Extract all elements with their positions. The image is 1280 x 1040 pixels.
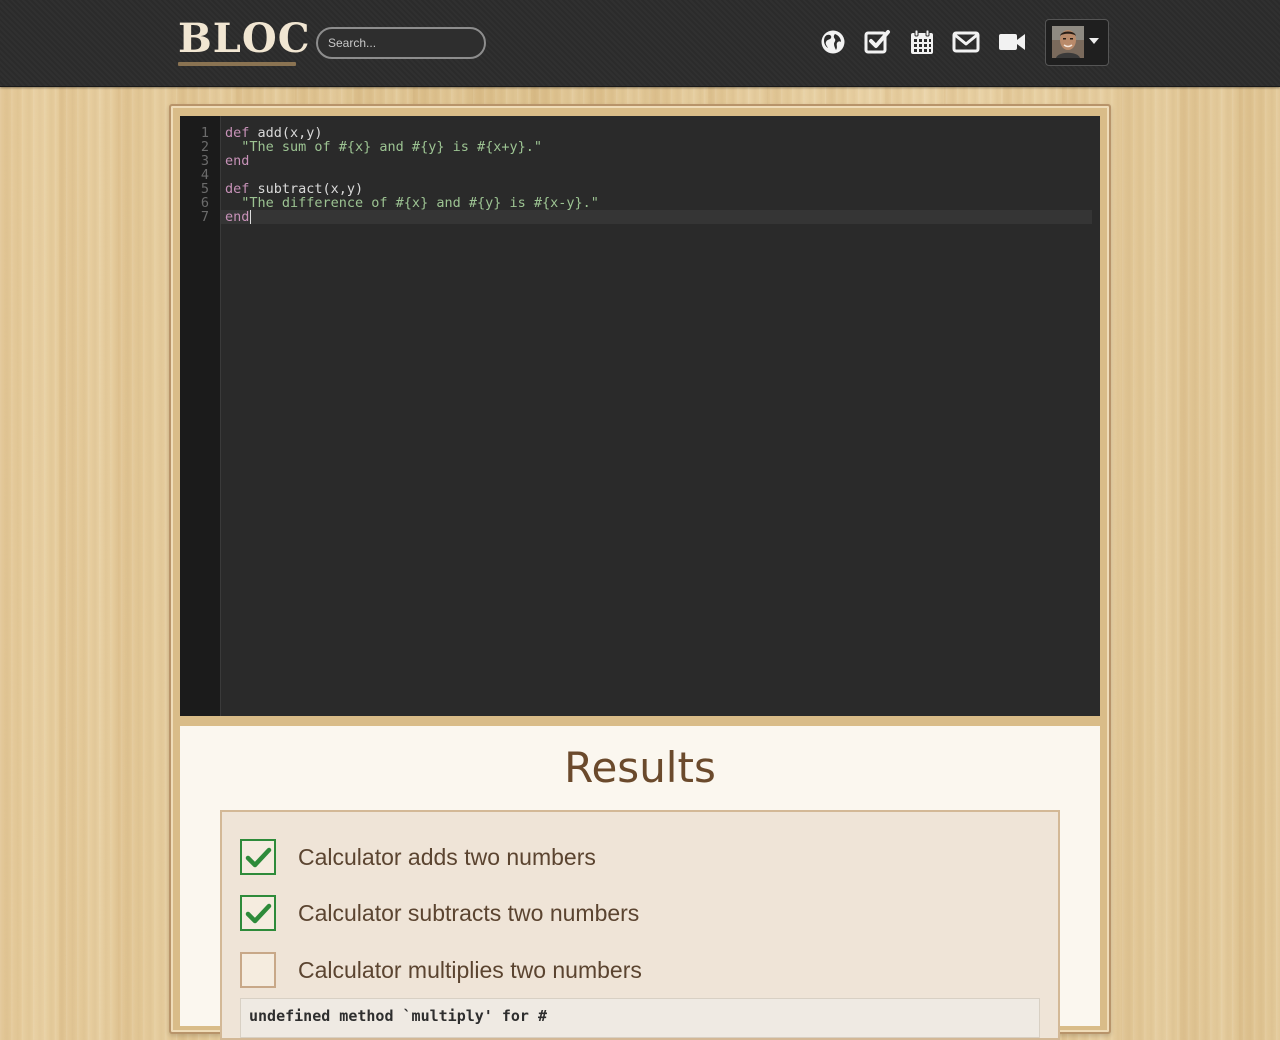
bloc-logo[interactable]: BLOC xyxy=(178,16,310,66)
line-number: 3 xyxy=(200,153,209,169)
top-navigation-bar: BLOC xyxy=(0,0,1280,87)
code-line: end xyxy=(225,154,249,168)
line-number: 1 xyxy=(200,125,209,141)
results-title: Results xyxy=(564,743,716,792)
code-string: "The sum of #{x} and #{y} is #{x+y}." xyxy=(225,139,542,155)
active-line-highlight xyxy=(221,210,1092,224)
line-number: 7 xyxy=(200,209,209,225)
test-label: Calculator adds two numbers xyxy=(298,844,596,870)
logo-underline xyxy=(178,62,296,66)
calendar-icon[interactable] xyxy=(908,28,936,56)
user-menu-button[interactable] xyxy=(1045,19,1109,66)
mail-icon[interactable] xyxy=(952,28,980,56)
line-number: 6 xyxy=(200,195,209,211)
code-line: def add(x,y) xyxy=(225,126,323,140)
code-line: end xyxy=(225,209,251,225)
line-number: 5 xyxy=(200,181,209,197)
test-checkbox xyxy=(240,952,276,988)
checkmark-icon xyxy=(245,903,272,924)
checkbox-icon[interactable] xyxy=(863,28,891,56)
search-input[interactable] xyxy=(316,27,486,59)
test-checkbox xyxy=(240,895,276,931)
code-keyword: end xyxy=(225,209,250,225)
code-line: def subtract(x,y) xyxy=(225,182,363,196)
avatar xyxy=(1052,26,1084,58)
line-number: 4 xyxy=(200,167,209,183)
code-keyword: end xyxy=(225,153,250,169)
code-editor[interactable]: 1 2 3 4 5 6 7 def add(x,y) "The sum of #… xyxy=(180,116,1100,716)
text-cursor xyxy=(250,210,251,224)
test-checkbox xyxy=(240,839,276,875)
globe-icon[interactable] xyxy=(819,28,847,56)
line-number: 2 xyxy=(200,139,209,155)
test-label: Calculator subtracts two numbers xyxy=(298,900,640,926)
error-message: undefined method `multiply' for # xyxy=(240,998,1040,1038)
code-line: "The sum of #{x} and #{y} is #{x+y}." xyxy=(225,140,542,154)
line-number-gutter: 1 2 3 4 5 6 7 xyxy=(180,116,221,716)
chevron-down-icon xyxy=(1089,38,1099,44)
checkmark-icon xyxy=(245,847,272,868)
video-icon[interactable] xyxy=(998,28,1026,56)
test-label: Calculator multiplies two numbers xyxy=(298,957,642,983)
code-string: "The difference of #{x} and #{y} is #{x-… xyxy=(225,195,599,211)
code-line: "The difference of #{x} and #{y} is #{x-… xyxy=(225,196,599,210)
